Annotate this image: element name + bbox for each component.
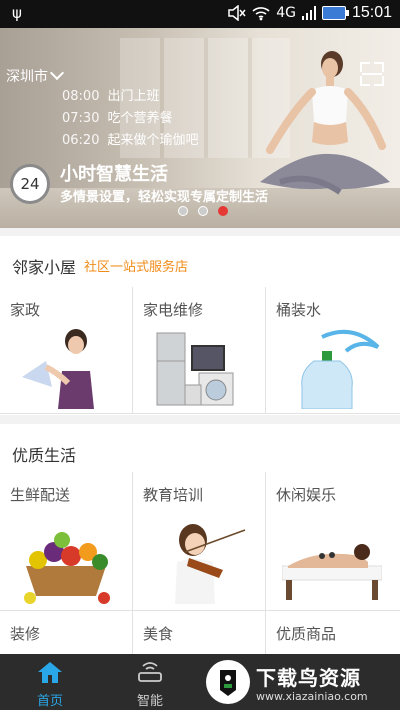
spa-massage-image xyxy=(282,544,382,600)
city-selector[interactable]: 深圳市 xyxy=(6,65,65,86)
section-title: 邻家小屋 xyxy=(12,258,77,277)
page-dot[interactable] xyxy=(198,206,208,216)
page-dot[interactable] xyxy=(178,206,188,216)
violin-girl-image xyxy=(175,524,246,604)
service-quality-goods[interactable]: 优质商品 xyxy=(266,611,400,656)
hero-banner[interactable]: 深圳市 08:00 出门上班 07:30 吃个营养餐 06:20 起来做个瑜伽吧 24… xyxy=(0,28,400,228)
schedule-time: 06:20 xyxy=(62,133,100,148)
schedule-row: 08:00 出门上班 xyxy=(62,86,198,108)
schedule-time: 08:00 xyxy=(62,89,100,104)
section-neighbor-header: 邻家小屋 社区一站式服务店 xyxy=(0,236,400,293)
tab-label: 首页 xyxy=(36,694,63,709)
home-icon xyxy=(38,662,62,683)
service-leisure[interactable]: 休闲娱乐 xyxy=(266,472,400,611)
fruit-basket-image xyxy=(24,532,110,604)
page-indicator xyxy=(178,206,228,216)
city-name: 深圳市 xyxy=(6,69,48,85)
tab-smart[interactable]: 智能 xyxy=(100,654,200,710)
service-label: 家电维修 xyxy=(143,301,204,319)
watermark-url: www.xiazainiao.com xyxy=(256,690,368,703)
neighbor-grid: 家政 家电维修 桶装水 xyxy=(0,287,400,415)
schedule-text: 起来做个瑜伽吧 xyxy=(107,133,199,148)
battery-icon xyxy=(321,6,349,20)
service-appliance-repair[interactable]: 家电维修 xyxy=(133,287,266,414)
service-label: 桶装水 xyxy=(276,301,322,319)
status-bar: ψ 4G 15:01 xyxy=(0,0,400,28)
scan-icon[interactable] xyxy=(360,62,384,86)
clock-icon: 24 xyxy=(10,164,50,204)
chevron-down-icon xyxy=(49,65,65,81)
appliances-image xyxy=(156,332,234,406)
signal-icon xyxy=(301,6,316,20)
schedule-text: 出门上班 xyxy=(107,89,160,104)
service-housekeeping[interactable]: 家政 xyxy=(0,287,133,414)
service-label: 美食 xyxy=(143,625,174,643)
mute-icon xyxy=(228,5,246,21)
service-bottled-water[interactable]: 桶装水 xyxy=(266,287,400,414)
banner-subtitle: 多情景设置，轻松实现专属定制生活 xyxy=(60,190,269,205)
page-dot-active[interactable] xyxy=(218,206,228,216)
water-bottle-image xyxy=(301,329,380,409)
schedule-text: 吃个营养餐 xyxy=(107,111,173,126)
service-label: 教育培训 xyxy=(143,486,204,504)
wifi-icon xyxy=(252,7,270,21)
schedule-time: 07:30 xyxy=(62,111,100,126)
schedule-row: 06:20 起来做个瑜伽吧 xyxy=(62,130,198,152)
service-food[interactable]: 美食 xyxy=(133,611,266,656)
tab-label: 智能 xyxy=(136,694,163,709)
service-label: 休闲娱乐 xyxy=(276,486,337,504)
section-tag[interactable]: 社区一站式服务店 xyxy=(84,256,188,275)
banner-title: 小时智慧生活 xyxy=(60,164,168,185)
housekeeper-image xyxy=(22,329,100,409)
service-label: 装修 xyxy=(10,625,41,643)
service-label: 生鲜配送 xyxy=(10,486,71,504)
watermark: 下载鸟资源 www.xiazainiao.com xyxy=(200,654,400,710)
service-decoration[interactable]: 装修 xyxy=(0,611,133,656)
network-type: 4G xyxy=(276,5,296,21)
service-education[interactable]: 教育培训 xyxy=(133,472,266,611)
schedule-row: 07:30 吃个营养餐 xyxy=(62,108,198,130)
service-label: 家政 xyxy=(10,301,41,319)
tab-home[interactable]: 首页 xyxy=(0,654,100,710)
status-icons: 4G 15:01 xyxy=(228,4,392,22)
watermark-title: 下载鸟资源 xyxy=(256,666,361,690)
router-icon xyxy=(138,662,162,682)
quality-grid: 生鲜配送 教育培训 休闲娱乐 装修 美食 优质商品 xyxy=(0,472,400,656)
watermark-logo-icon xyxy=(206,660,250,704)
status-time: 15:01 xyxy=(351,4,392,21)
service-fresh-delivery[interactable]: 生鲜配送 xyxy=(0,472,133,611)
service-label: 优质商品 xyxy=(276,625,337,643)
section-title: 优质生活 xyxy=(12,446,77,465)
schedule-list: 08:00 出门上班 07:30 吃个营养餐 06:20 起来做个瑜伽吧 xyxy=(62,86,198,152)
usb-icon: ψ xyxy=(12,4,22,22)
